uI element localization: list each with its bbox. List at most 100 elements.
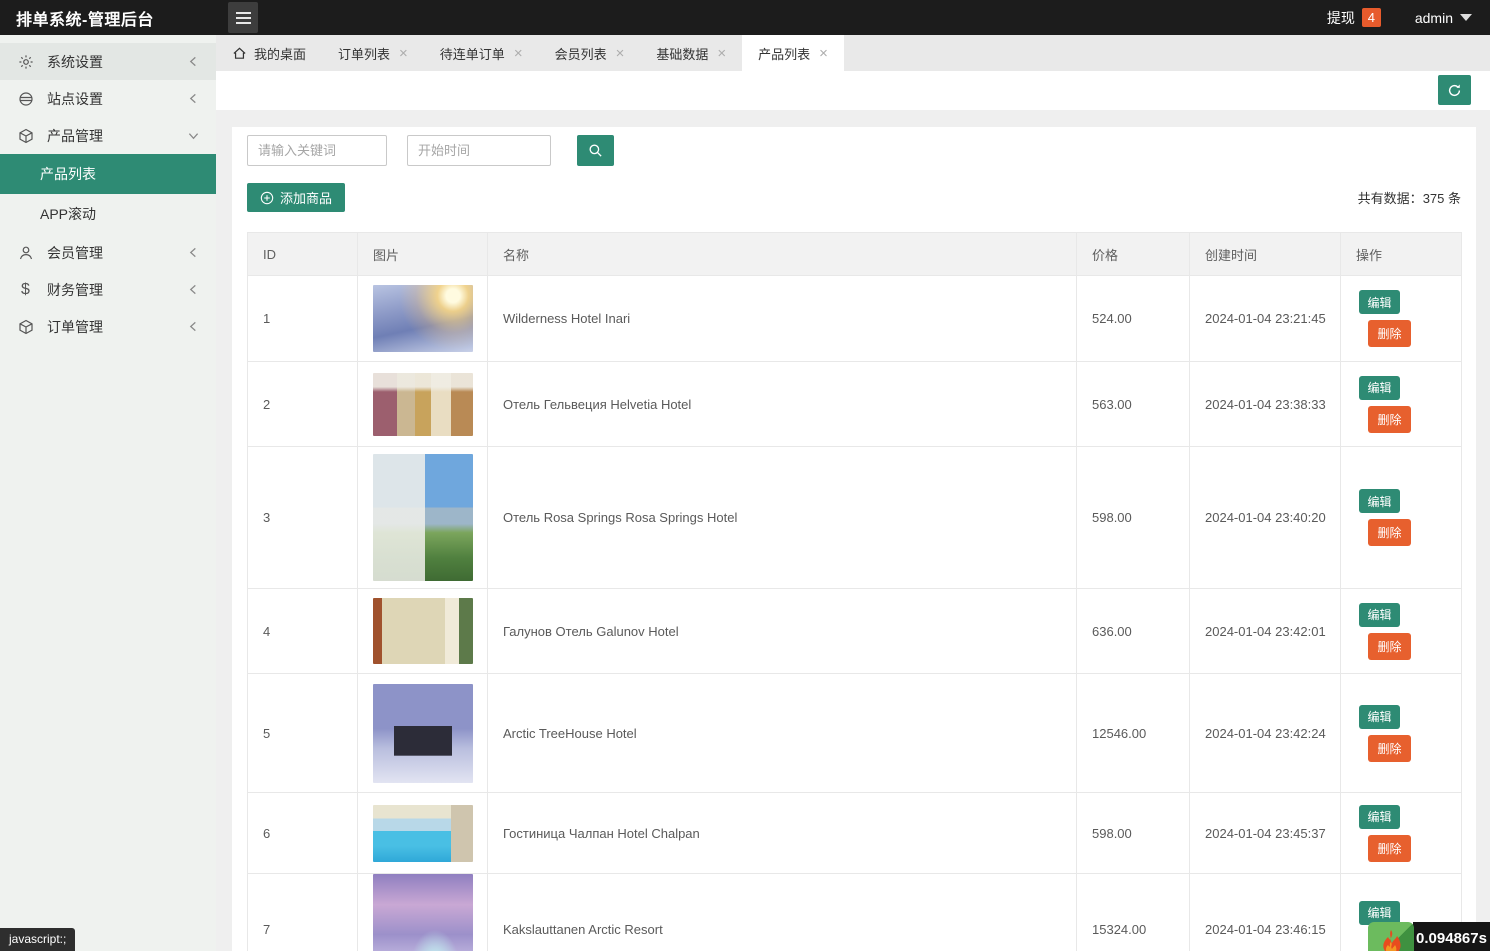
tab-pending-chain-orders[interactable]: 待连单订单 × (424, 35, 539, 71)
product-image (373, 684, 473, 783)
sidebar-item-app-scroll[interactable]: APP滚动 (0, 194, 216, 234)
sidebar-item-label: 站点设置 (47, 89, 103, 109)
close-icon[interactable]: × (514, 46, 523, 61)
delete-button[interactable]: 删除 (1368, 835, 1411, 862)
edit-button[interactable]: 编辑 (1359, 705, 1400, 729)
edit-button[interactable]: 编辑 (1359, 290, 1400, 314)
delete-button[interactable]: 删除 (1368, 406, 1411, 433)
start-time-input[interactable] (407, 135, 551, 166)
cell-created: 2024-01-04 23:40:20 (1190, 447, 1341, 589)
close-icon[interactable]: × (819, 46, 828, 61)
table-row: 2 Отель Гельвеция Helvetia Hotel 563.00 … (248, 362, 1462, 447)
withdraw-count-badge: 4 (1362, 8, 1381, 27)
delete-button[interactable]: 删除 (1368, 633, 1411, 660)
product-image (373, 454, 473, 581)
tab-label: 订单列表 (338, 44, 390, 63)
chevron-left-icon (188, 93, 199, 104)
cell-price: 636.00 (1077, 589, 1190, 674)
edit-button[interactable]: 编辑 (1359, 376, 1400, 400)
chevron-down-icon[interactable] (1460, 14, 1472, 21)
col-image: 图片 (358, 233, 488, 276)
close-icon[interactable]: × (616, 46, 625, 61)
sidebar-item-site-settings[interactable]: 站点设置 (0, 80, 216, 117)
product-image (373, 805, 473, 862)
edit-button[interactable]: 编辑 (1359, 603, 1400, 627)
sidebar-item-label: 会员管理 (47, 243, 103, 263)
chevron-left-icon (188, 56, 199, 67)
cube-icon (17, 127, 34, 144)
tab-label: 待连单订单 (440, 44, 505, 63)
edit-button[interactable]: 编辑 (1359, 901, 1400, 925)
dollar-icon: $ (17, 281, 34, 298)
add-product-button[interactable]: 添加商品 (247, 183, 345, 212)
content-panel: 添加商品 共有数据：375 条 ID 图片 名称 价格 创建时间 操作 (232, 127, 1476, 951)
sidebar-item-system-settings[interactable]: 系统设置 (0, 43, 216, 80)
app-header: 排单系统-管理后台 提现 4 admin (0, 0, 1490, 35)
cell-created: 2024-01-04 23:21:45 (1190, 276, 1341, 362)
browser-status-link-hint: javascript:; (0, 928, 75, 951)
close-icon[interactable]: × (399, 46, 408, 61)
add-product-label: 添加商品 (280, 188, 332, 207)
hamburger-icon (236, 12, 251, 14)
edit-button[interactable]: 编辑 (1359, 805, 1400, 829)
gear-icon (17, 53, 34, 70)
table-row: 3 Отель Rosa Springs Rosa Springs Hotel … (248, 447, 1462, 589)
tab-order-list[interactable]: 订单列表 × (322, 35, 424, 71)
tab-bar: 我的桌面 订单列表 × 待连单订单 × 会员列表 × 基础数据 × 产品列表 × (216, 35, 1490, 71)
sidebar-toggle-button[interactable] (228, 2, 258, 33)
cell-id: 2 (248, 362, 358, 447)
sidebar-item-order-management[interactable]: 订单管理 (0, 308, 216, 345)
user-menu[interactable]: admin (1415, 10, 1453, 26)
cell-created: 2024-01-04 23:46:15 (1190, 874, 1341, 951)
chevron-left-icon (188, 247, 199, 258)
product-image (373, 285, 473, 352)
sidebar-item-label: 财务管理 (47, 280, 103, 300)
tab-base-data[interactable]: 基础数据 × (640, 35, 742, 71)
tab-my-desktop[interactable]: 我的桌面 (216, 35, 322, 71)
cell-price: 598.00 (1077, 447, 1190, 589)
trace-flame-icon[interactable] (1368, 922, 1414, 951)
cell-id: 5 (248, 674, 358, 793)
app-title: 排单系统-管理后台 (0, 6, 154, 30)
sidebar-item-product-list[interactable]: 产品列表 (0, 154, 216, 194)
cell-price: 15324.00 (1077, 874, 1190, 951)
sidebar-item-label: 系统设置 (47, 52, 103, 72)
trace-time-badge[interactable]: 0.094867s (1413, 922, 1490, 951)
withdraw-link[interactable]: 提现 (1327, 8, 1355, 28)
cell-id: 4 (248, 589, 358, 674)
cell-created: 2024-01-04 23:42:01 (1190, 589, 1341, 674)
table-row: 4 Галунов Отель Galunov Hotel 636.00 202… (248, 589, 1462, 674)
cell-name: Arctic TreeHouse Hotel (488, 674, 1077, 793)
sidebar: 系统设置 站点设置 产品管理 产品列表 APP滚动 会员管理 $ 财务管理 (0, 35, 216, 951)
search-button[interactable] (577, 135, 614, 166)
tab-member-list[interactable]: 会员列表 × (539, 35, 641, 71)
delete-button[interactable]: 删除 (1368, 735, 1411, 762)
table-header-row: ID 图片 名称 价格 创建时间 操作 (248, 233, 1462, 276)
tab-label: 基础数据 (656, 44, 708, 63)
cell-name: Отель Rosa Springs Rosa Springs Hotel (488, 447, 1077, 589)
cell-price: 598.00 (1077, 793, 1190, 874)
cell-id: 7 (248, 874, 358, 951)
product-image (373, 874, 473, 951)
close-icon[interactable]: × (717, 46, 726, 61)
col-price: 价格 (1077, 233, 1190, 276)
edit-button[interactable]: 编辑 (1359, 489, 1400, 513)
cell-id: 3 (248, 447, 358, 589)
product-table: ID 图片 名称 价格 创建时间 操作 1 Wilderness Hotel I… (247, 232, 1462, 951)
table-row: 7 Kakslauttanen Arctic Resort 15324.00 2… (248, 874, 1462, 951)
tab-product-list[interactable]: 产品列表 × (742, 35, 844, 71)
sidebar-item-finance-management[interactable]: $ 财务管理 (0, 271, 216, 308)
user-icon (17, 244, 34, 261)
total-count: 共有数据：375 条 (1358, 188, 1461, 207)
tab-label: 我的桌面 (254, 44, 306, 63)
sidebar-item-member-management[interactable]: 会员管理 (0, 234, 216, 271)
delete-button[interactable]: 删除 (1368, 320, 1411, 347)
delete-button[interactable]: 删除 (1368, 519, 1411, 546)
sidebar-item-product-management[interactable]: 产品管理 (0, 117, 216, 154)
keyword-input[interactable] (247, 135, 387, 166)
sidebar-subitem-label: 产品列表 (40, 164, 96, 184)
refresh-button[interactable] (1438, 75, 1471, 105)
tab-label: 产品列表 (758, 44, 810, 63)
table-row: 6 Гостиница Чалпан Hotel Chalpan 598.00 … (248, 793, 1462, 874)
search-icon (588, 143, 603, 158)
